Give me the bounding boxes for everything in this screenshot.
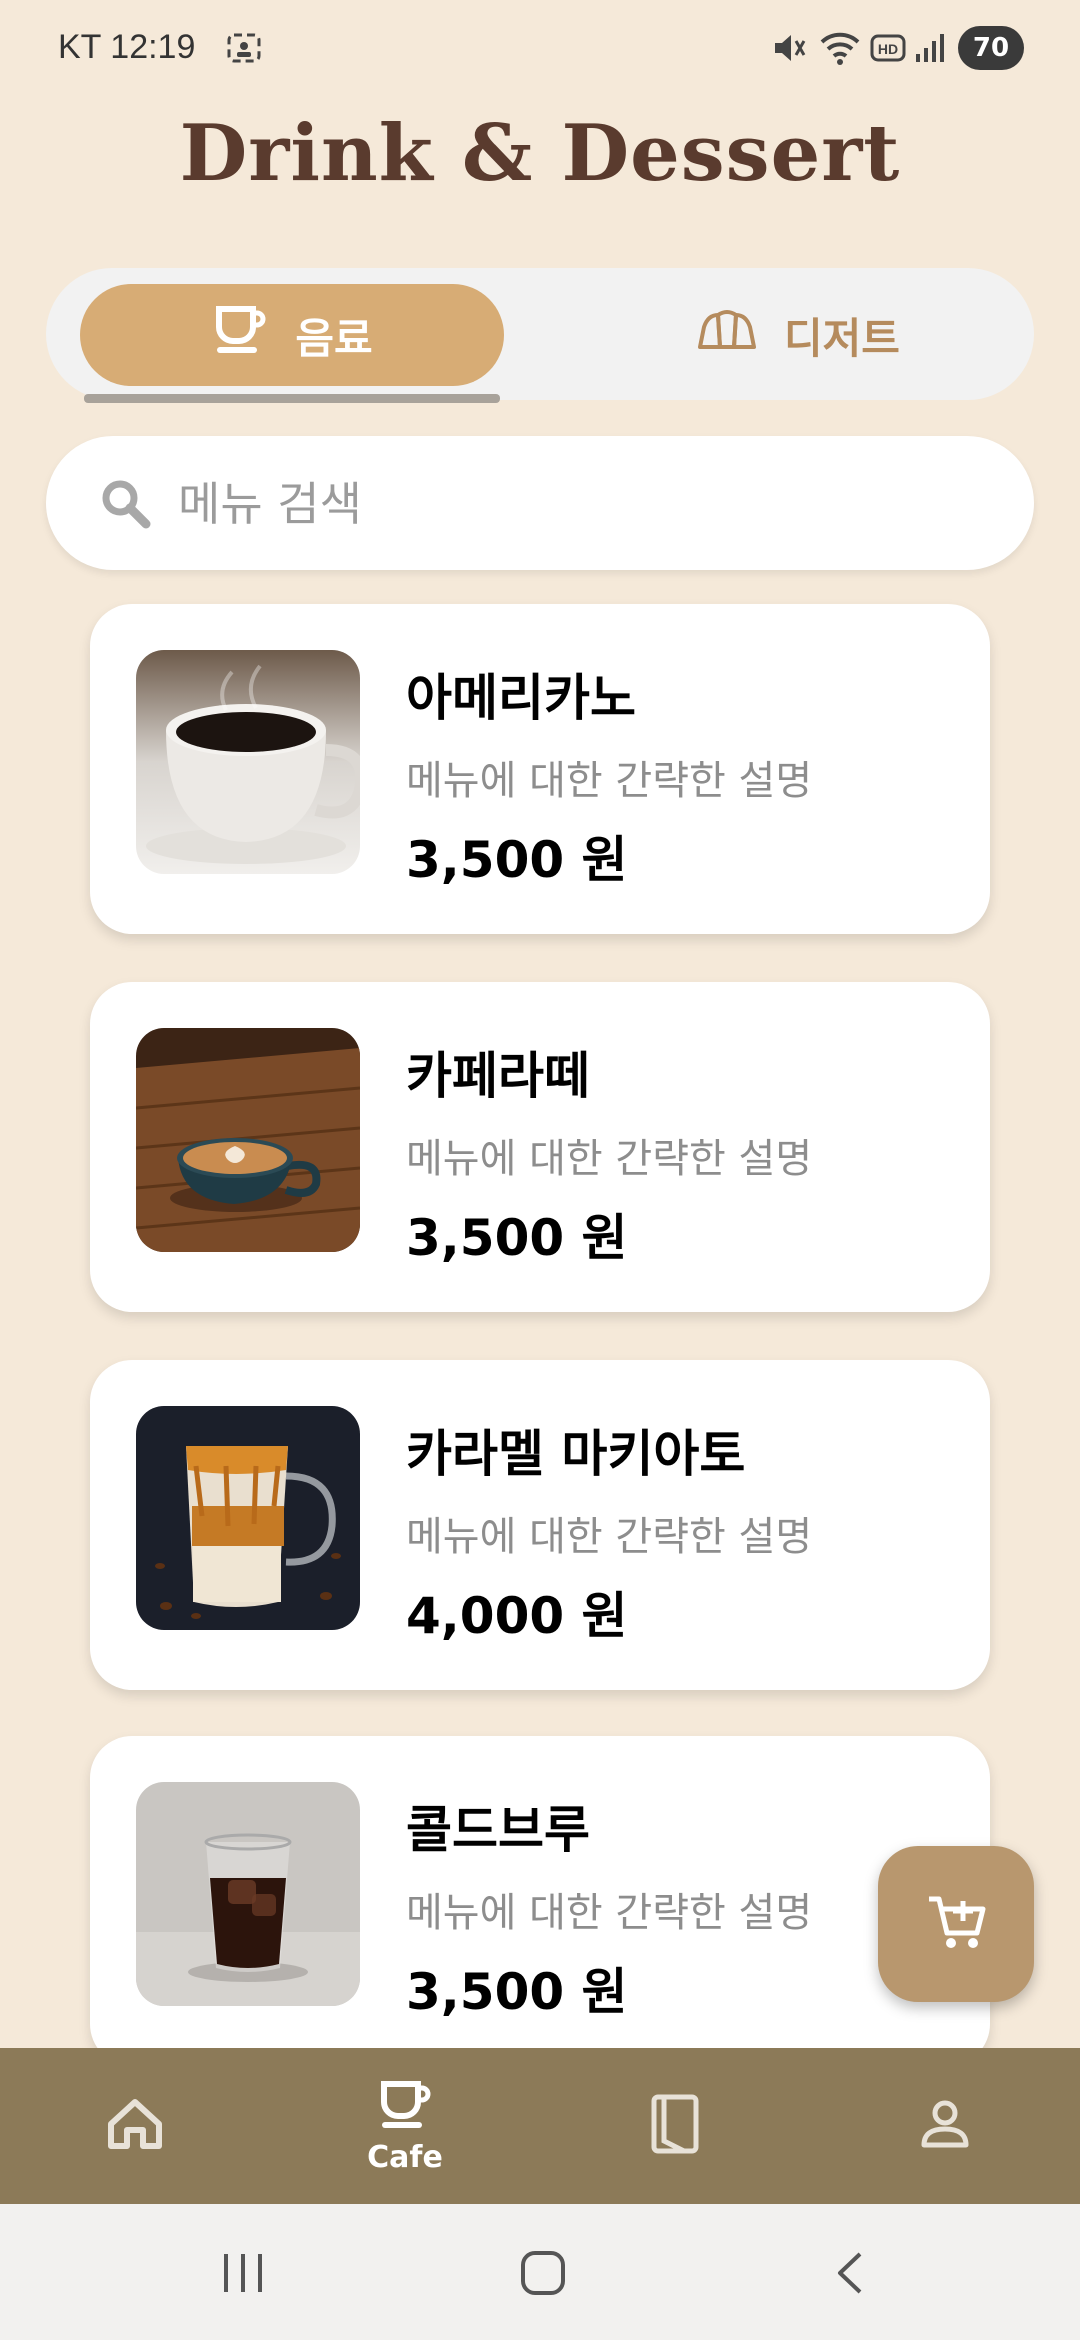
menu-item-description: 메뉴에 대한 간략한 설명 xyxy=(406,1514,813,1560)
coffee-cup-icon xyxy=(376,2078,434,2138)
status-bar: KT 12:19 HD 70 xyxy=(0,0,1080,100)
svg-text:HD: HD xyxy=(878,41,898,57)
cart-button[interactable] xyxy=(878,1846,1034,2002)
tab-drinks-label: 음료 xyxy=(295,313,373,363)
hd-icon: HD xyxy=(870,30,906,70)
croissant-icon xyxy=(696,307,758,363)
menu-item-name: 콜드브루 xyxy=(406,1801,590,1859)
menu-item-image xyxy=(136,650,360,874)
system-navigation-bar xyxy=(0,2204,1080,2340)
wifi-icon xyxy=(818,30,862,72)
menu-item-price: 4,000 원 xyxy=(406,1587,628,1645)
status-time: KT 12:19 xyxy=(58,28,196,66)
nav-profile[interactable] xyxy=(810,2048,1080,2204)
back-icon[interactable] xyxy=(826,2248,876,2302)
nav-cafe[interactable]: Cafe xyxy=(270,2048,540,2204)
menu-item-image xyxy=(136,1028,360,1252)
signal-icon xyxy=(914,30,944,70)
bottom-navigation: Cafe xyxy=(0,2048,1080,2204)
menu-item-name: 카페라떼 xyxy=(406,1047,590,1105)
mute-icon xyxy=(770,30,806,70)
menu-card[interactable]: 아메리카노 메뉴에 대한 간략한 설명 3,500 원 xyxy=(90,604,990,934)
book-icon xyxy=(650,2093,700,2159)
search-input[interactable] xyxy=(176,466,980,542)
menu-card[interactable]: 카페라떼 메뉴에 대한 간략한 설명 3,500 원 xyxy=(90,982,990,1312)
tab-indicator xyxy=(84,394,500,403)
menu-item-description: 메뉴에 대한 간략한 설명 xyxy=(406,758,813,804)
nav-book[interactable] xyxy=(540,2048,810,2204)
home-button-icon[interactable] xyxy=(518,2248,568,2302)
battery-icon: 70 xyxy=(958,26,1024,70)
tab-desserts-label: 디저트 xyxy=(784,313,900,363)
menu-card[interactable]: 콜드브루 메뉴에 대한 간략한 설명 3,500 원 xyxy=(90,1736,990,2066)
page-title: Drink & Dessert xyxy=(179,108,901,199)
search-bar[interactable] xyxy=(46,436,1034,570)
menu-item-price: 3,500 원 xyxy=(406,1963,628,2021)
coffee-cup-icon xyxy=(211,301,269,369)
menu-item-price: 3,500 원 xyxy=(406,831,628,889)
menu-item-image xyxy=(136,1782,360,2006)
category-tabs: 음료 디저트 xyxy=(46,268,1034,400)
menu-item-image xyxy=(136,1406,360,1630)
recent-apps-icon[interactable] xyxy=(218,2248,268,2302)
nav-cafe-label: Cafe xyxy=(367,2139,443,2175)
menu-item-description: 메뉴에 대한 간략한 설명 xyxy=(406,1136,813,1182)
menu-item-name: 아메리카노 xyxy=(406,669,636,727)
home-icon xyxy=(105,2096,165,2156)
cart-add-icon xyxy=(923,1889,989,1959)
menu-item-description: 메뉴에 대한 간략한 설명 xyxy=(406,1890,813,1936)
tab-drinks[interactable]: 음료 xyxy=(80,284,504,386)
nav-home[interactable] xyxy=(0,2048,270,2204)
menu-item-name: 카라멜 마키아토 xyxy=(406,1425,746,1483)
profile-icon xyxy=(918,2097,972,2155)
tab-desserts[interactable]: 디저트 xyxy=(586,284,1010,386)
menu-card[interactable]: 카라멜 마키아토 메뉴에 대한 간략한 설명 4,000 원 xyxy=(90,1360,990,1690)
menu-item-price: 3,500 원 xyxy=(406,1209,628,1267)
search-icon xyxy=(98,476,154,532)
screenshot-icon xyxy=(226,30,262,70)
